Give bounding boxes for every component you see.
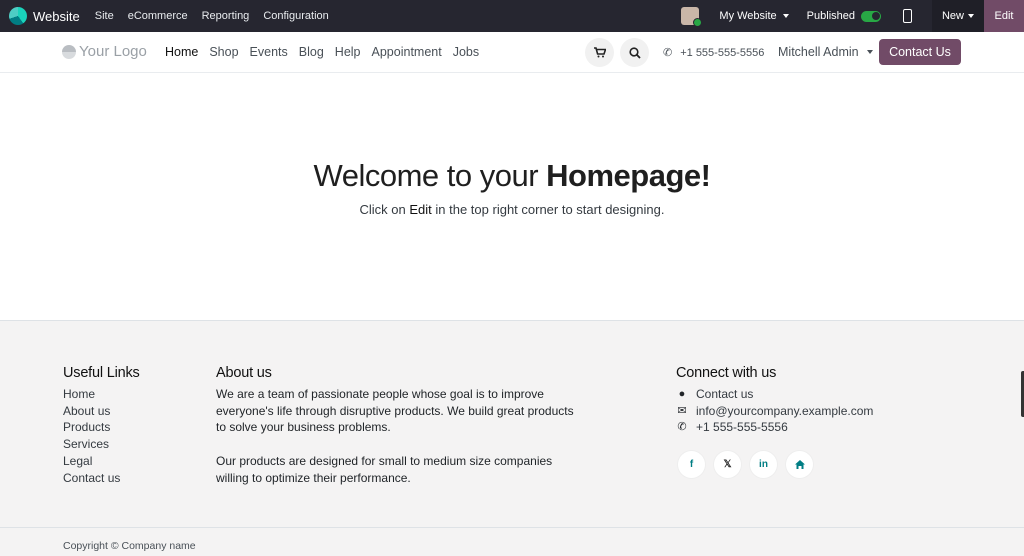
connect-email[interactable]: ✉ info@yourcompany.example.com <box>676 403 873 420</box>
site-logo[interactable]: Your Logo <box>62 43 147 60</box>
header-phone-number: +1 555-555-5556 <box>680 46 765 59</box>
main-nav: Home Shop Events Blog Help Appointment J… <box>165 45 479 59</box>
useful-links-title: Useful Links <box>63 365 140 381</box>
copyright-bar: Copyright © Company name <box>0 527 1024 556</box>
edit-button[interactable]: Edit <box>984 0 1024 32</box>
app-name: Website <box>33 8 80 24</box>
footer: Useful Links Home About us Products Serv… <box>0 320 1024 527</box>
footer-link-products[interactable]: Products <box>63 419 140 436</box>
website-selector[interactable]: My Website <box>719 10 789 22</box>
hero-title: Welcome to your Homepage! <box>0 158 1024 194</box>
toggle-switch-icon <box>861 10 881 22</box>
mobile-preview-icon[interactable] <box>903 9 912 23</box>
footer-link-legal[interactable]: Legal <box>63 453 140 470</box>
website-selector-label: My Website <box>719 10 777 22</box>
user-avatar[interactable] <box>681 7 703 27</box>
chevron-down-icon <box>968 14 974 18</box>
hero-sub-edit: Edit <box>409 202 432 217</box>
footer-about: About us We are a team of passionate peo… <box>216 365 586 486</box>
about-title: About us <box>216 365 272 381</box>
logo-text: Your Logo <box>79 43 147 60</box>
nav-events[interactable]: Events <box>250 45 288 59</box>
menu-ecommerce[interactable]: eCommerce <box>121 10 195 22</box>
hero-sub-before: Click on <box>359 202 410 217</box>
admin-navbar: Website Site eCommerce Reporting Configu… <box>0 0 1024 32</box>
user-menu[interactable]: Mitchell Admin <box>778 45 873 59</box>
linkedin-icon[interactable]: in <box>750 451 777 479</box>
connect-title: Connect with us <box>676 365 777 381</box>
house-glyph-icon <box>794 460 805 470</box>
chevron-down-icon <box>866 50 873 54</box>
hero-subtitle: Click on Edit in the top right corner to… <box>0 202 1024 217</box>
new-button[interactable]: New <box>932 0 984 32</box>
chat-bubble-icon: ● <box>678 388 686 400</box>
hero-sub-after: in the top right corner to start designi… <box>431 202 665 217</box>
header-phone[interactable]: ✆ +1 555-555-5556 <box>663 46 765 60</box>
edit-button-label: Edit <box>994 10 1014 22</box>
home-icon[interactable] <box>786 451 813 479</box>
app-brand[interactable]: Website <box>0 0 80 32</box>
about-paragraph-1: We are a team of passionate people whose… <box>216 387 574 435</box>
hero-title-prefix: Welcome to your <box>313 158 547 193</box>
footer-useful-links: Useful Links Home About us Products Serv… <box>63 365 140 486</box>
connect-phone[interactable]: ✆ +1 555-555-5556 <box>676 419 873 436</box>
connect-contact[interactable]: ● Contact us <box>676 386 873 403</box>
logo-circle-icon <box>62 44 76 59</box>
hero-title-bold: Homepage! <box>546 158 711 193</box>
social-links: f 𝕏 in <box>678 451 873 479</box>
chevron-down-icon <box>782 14 789 18</box>
phone-icon: ✆ <box>663 47 673 59</box>
about-paragraph-2: Our products are designed for small to m… <box>216 453 553 485</box>
footer-link-services[interactable]: Services <box>63 436 140 453</box>
website-header: Your Logo Home Shop Events Blog Help App… <box>0 32 1024 73</box>
nav-help[interactable]: Help <box>335 45 361 59</box>
admin-menu: Site eCommerce Reporting Configuration <box>88 10 336 22</box>
nav-appointment[interactable]: Appointment <box>372 45 442 59</box>
envelope-icon: ✉ <box>677 404 687 417</box>
menu-reporting[interactable]: Reporting <box>195 10 257 22</box>
nav-shop[interactable]: Shop <box>209 45 238 59</box>
search-icon <box>628 46 641 59</box>
published-toggle[interactable]: Published <box>807 10 881 22</box>
cart-icon <box>593 47 606 58</box>
nav-jobs[interactable]: Jobs <box>453 45 479 59</box>
contact-us-button[interactable]: Contact Us <box>879 39 961 65</box>
search-button[interactable] <box>620 38 649 67</box>
connect-email-label: info@yourcompany.example.com <box>696 403 874 418</box>
menu-site[interactable]: Site <box>88 10 121 22</box>
phone-icon: ✆ <box>677 421 687 434</box>
copyright-text: Copyright © Company name <box>63 540 196 552</box>
connect-phone-label: +1 555-555-5556 <box>696 420 788 435</box>
facebook-icon[interactable]: f <box>678 451 705 479</box>
footer-link-home[interactable]: Home <box>63 386 140 403</box>
footer-connect: Connect with us ● Contact us ✉ info@your… <box>676 365 873 479</box>
odoo-website-icon <box>9 7 27 25</box>
cart-button[interactable] <box>585 38 614 67</box>
published-label: Published <box>806 10 855 22</box>
connect-contact-label: Contact us <box>696 387 754 401</box>
new-button-label: New <box>941 10 964 22</box>
footer-link-contact[interactable]: Contact us <box>63 470 140 487</box>
user-name: Mitchell Admin <box>778 45 859 59</box>
nav-blog[interactable]: Blog <box>299 45 324 59</box>
footer-link-about[interactable]: About us <box>63 403 140 420</box>
menu-configuration[interactable]: Configuration <box>256 10 335 22</box>
x-icon[interactable]: 𝕏 <box>714 451 741 479</box>
nav-home[interactable]: Home <box>165 45 198 59</box>
